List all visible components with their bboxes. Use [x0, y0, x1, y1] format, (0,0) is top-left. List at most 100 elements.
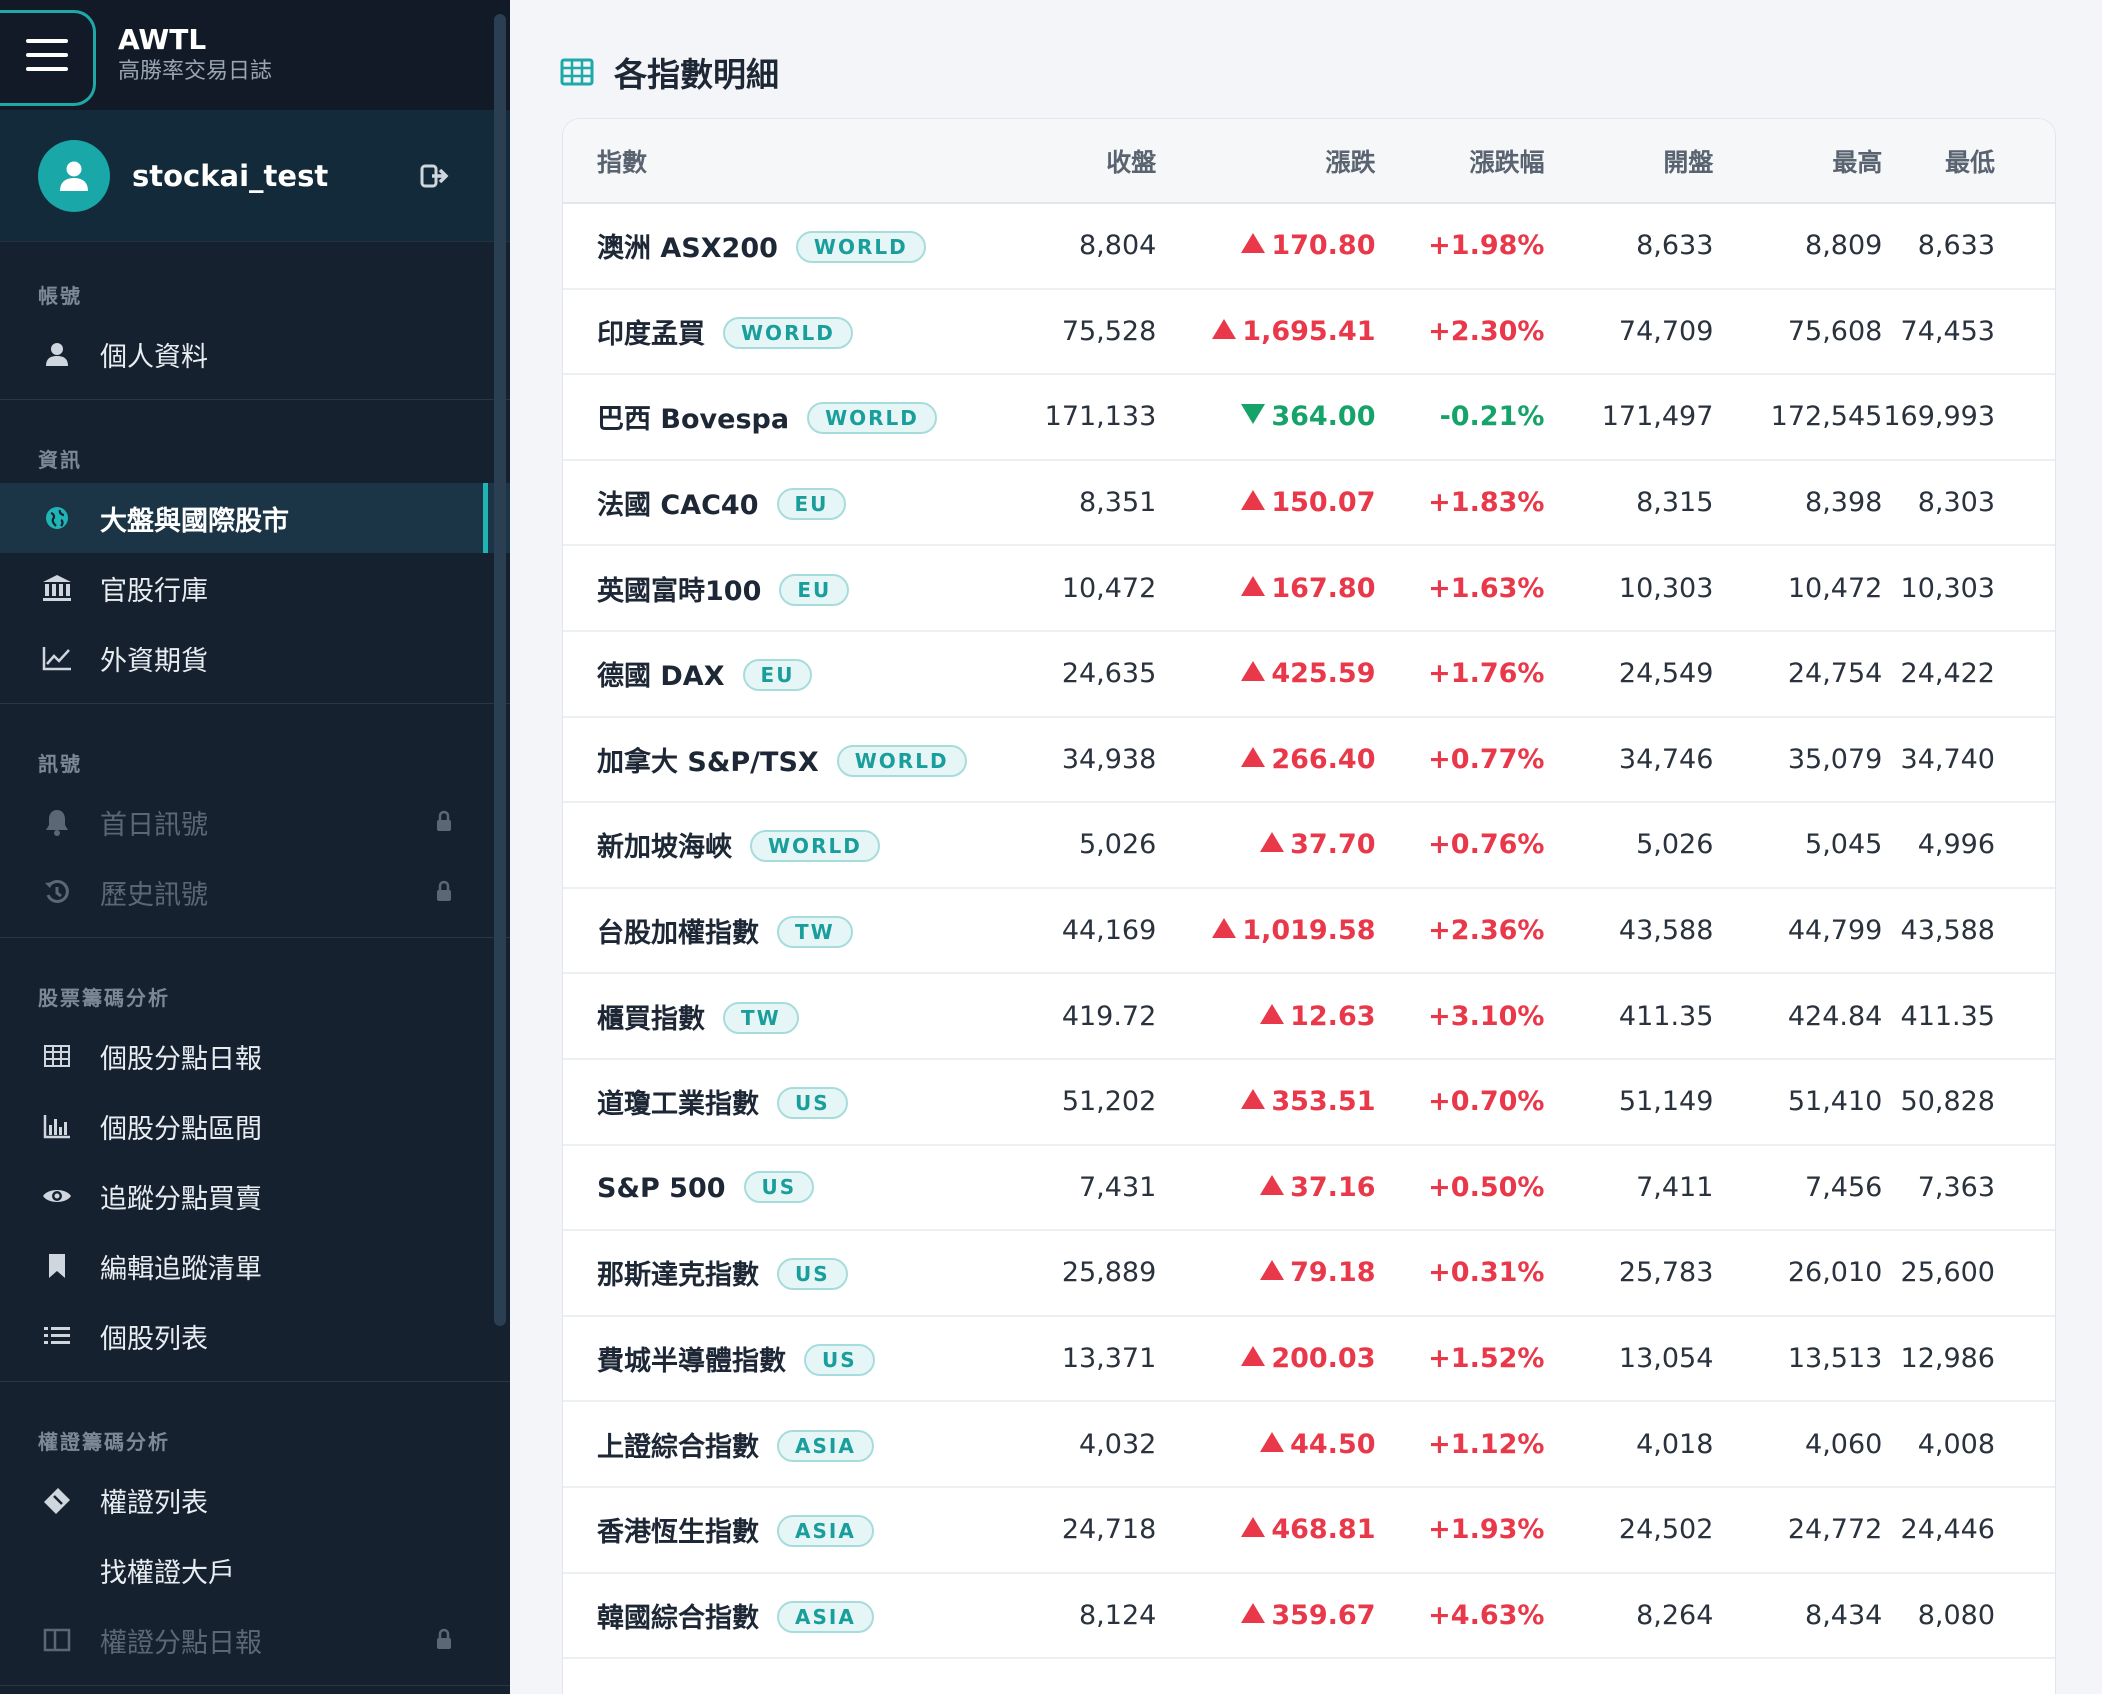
logout-icon[interactable] [420, 161, 450, 191]
change-value: 79.18 [1290, 1257, 1376, 1289]
change-value: 468.81 [1271, 1514, 1376, 1546]
change-cell: 353.51 [1156, 1058, 1376, 1146]
column-header-change-pct[interactable]: 漲跌幅 [1375, 119, 1545, 204]
hamburger-menu-icon[interactable] [26, 39, 68, 71]
close-cell: 7,431 [995, 1144, 1157, 1232]
table-row[interactable]: 巴西 Bovespa WORLD 171,133 364.00 -0.21% 17… [563, 374, 2055, 461]
user-icon [42, 339, 72, 369]
column-header-index[interactable]: 指數 [563, 119, 996, 204]
high-cell: 424.84 [1713, 973, 1883, 1060]
index-name: 新加坡海峽 [597, 832, 732, 864]
index-table: 指數 收盤 漲跌 漲跌幅 開盤 最高 最低 澳洲 ASX200 WORLD 8,8… [563, 119, 2055, 1660]
sidebar-section: 訊號首日訊號 歷史訊號 [0, 704, 510, 938]
column-header-high[interactable]: 最高 [1713, 119, 1883, 204]
open-cell: 171,497 [1544, 374, 1714, 461]
high-cell: 4,060 [1713, 1401, 1883, 1488]
sidebar-item[interactable]: 權證分點日報 [0, 1605, 510, 1675]
sidebar-item[interactable]: 個股分點區間 [0, 1091, 510, 1161]
table-row[interactable]: 新加坡海峽 WORLD 5,026 37.70 +0.76% 5,026 5,04… [563, 802, 2055, 889]
index-name-cell: 巴西 Bovespa WORLD [563, 374, 996, 461]
change-pct-cell: +1.83% [1375, 459, 1545, 547]
open-cell: 43,588 [1544, 887, 1714, 975]
close-cell: 4,032 [995, 1401, 1157, 1488]
change-value: 359.67 [1271, 1599, 1376, 1631]
sidebar-item[interactable]: 找權證大戶 [0, 1535, 510, 1605]
sidebar-header: AWTL 高勝率交易日誌 [0, 0, 510, 110]
region-badge: WORLD [750, 830, 880, 863]
column-header-open[interactable]: 開盤 [1544, 119, 1714, 204]
sidebar-item[interactable]: 個人資料 [0, 319, 510, 389]
sidebar-item[interactable]: 編輯追蹤清單 [0, 1231, 510, 1301]
table-row[interactable]: 那斯達克指數 US 25,889 79.18 +0.31% 25,783 26,0… [563, 1230, 2055, 1317]
column-header-close[interactable]: 收盤 [995, 119, 1157, 204]
table-row[interactable]: 法國 CAC40 EU 8,351 150.07 +1.83% 8,315 8,3… [563, 459, 2055, 547]
sidebar-item[interactable]: 追蹤分點買賣 [0, 1161, 510, 1231]
sidebar-item[interactable]: 大盤與國際股市 [0, 483, 510, 553]
open-cell: 8,633 [1544, 203, 1714, 290]
sidebar-section: 帳號 個人資料 [0, 242, 510, 400]
avatar[interactable] [38, 139, 110, 212]
sidebar-scrollbar[interactable] [494, 14, 506, 1326]
triangle-up-icon [1260, 1174, 1285, 1195]
change-cell: 44.50 [1156, 1401, 1376, 1488]
table-row[interactable]: 德國 DAX EU 24,635 425.59 +1.76% 24,549 24,… [563, 630, 2055, 718]
low-cell: 169,993 [1882, 374, 2055, 461]
table-row[interactable]: 道瓊工業指數 US 51,202 353.51 +0.70% 51,149 51,… [563, 1058, 2055, 1146]
sidebar-item[interactable]: 外資期貨 [0, 623, 510, 693]
low-cell: 8,633 [1882, 203, 2055, 290]
low-cell: 4,008 [1882, 1401, 2055, 1488]
region-badge: US [777, 1087, 848, 1120]
user-profile-row: stockai_test [0, 110, 510, 242]
close-cell: 24,635 [995, 630, 1157, 718]
change-pct-cell: +0.77% [1375, 716, 1545, 804]
change-pct-cell: +4.63% [1375, 1572, 1545, 1660]
sidebar-item[interactable]: 首日訊號 [0, 787, 510, 857]
table-row[interactable]: 韓國綜合指數 ASIA 8,124 359.67 +4.63% 8,264 8,4… [563, 1572, 2055, 1660]
open-cell: 8,264 [1544, 1572, 1714, 1660]
table-row[interactable]: 加拿大 S&P/TSX WORLD 34,938 266.40 +0.77% 34… [563, 716, 2055, 804]
table-row[interactable]: 上證綜合指數 ASIA 4,032 44.50 +1.12% 4,018 4,06… [563, 1401, 2055, 1488]
change-cell: 266.40 [1156, 716, 1376, 804]
open-cell: 24,549 [1544, 630, 1714, 718]
sidebar-nav: 帳號 個人資料 資訊 大盤與國際股市 官股行庫 外資期貨 訊號 首日訊號 歷史訊號 股票籌碼分析個… [0, 242, 510, 1686]
brand-subtitle: 高勝率交易日誌 [118, 59, 273, 84]
sidebar-item[interactable]: 個股分點日報 [0, 1021, 510, 1091]
user-icon [60, 161, 88, 191]
column-header-low[interactable]: 最低 [1882, 119, 2055, 204]
sidebar-section-label: 訊號 [38, 752, 82, 776]
change-cell: 359.67 [1156, 1572, 1376, 1660]
bookmark-icon [42, 1251, 72, 1281]
high-cell: 75,608 [1713, 288, 1883, 376]
brand: AWTL 高勝率交易日誌 [118, 23, 272, 87]
sidebar-item[interactable]: 個股列表 [0, 1301, 510, 1371]
column-header-change[interactable]: 漲跌 [1156, 119, 1376, 204]
sidebar-item[interactable]: 歷史訊號 [0, 857, 510, 927]
high-cell: 10,472 [1713, 545, 1883, 632]
region-badge: WORLD [807, 402, 937, 435]
table-row[interactable]: 英國富時100 EU 10,472 167.80 +1.63% 10,303 10… [563, 545, 2055, 632]
high-cell: 35,079 [1713, 716, 1883, 804]
change-value: 37.16 [1290, 1171, 1376, 1203]
close-cell: 34,938 [995, 716, 1157, 804]
close-cell: 5,026 [995, 802, 1157, 889]
region-badge: ASIA [777, 1429, 874, 1462]
sidebar-item[interactable]: 官股行庫 [0, 553, 510, 623]
table-row[interactable]: 台股加權指數 TW 44,169 1,019.58 +2.36% 43,588 4… [563, 887, 2055, 975]
change-cell: 37.70 [1156, 802, 1376, 889]
table-row[interactable]: S&P 500 US 7,431 37.16 +0.50% 7,411 7,456… [563, 1144, 2055, 1232]
table-row[interactable]: 櫃買指數 TW 419.72 12.63 +3.10% 411.35 424.84… [563, 973, 2055, 1060]
open-cell: 4,018 [1544, 1401, 1714, 1488]
sidebar-item[interactable]: 權證列表 [0, 1465, 510, 1535]
table-row[interactable]: 費城半導體指數 US 13,371 200.03 +1.52% 13,054 13… [563, 1315, 2055, 1403]
table-row[interactable]: 澳洲 ASX200 WORLD 8,804 170.80 +1.98% 8,633… [563, 203, 2055, 290]
open-cell: 10,303 [1544, 545, 1714, 632]
change-cell: 200.03 [1156, 1315, 1376, 1403]
high-cell: 44,799 [1713, 887, 1883, 975]
change-cell: 468.81 [1156, 1486, 1376, 1574]
high-cell: 7,456 [1713, 1144, 1883, 1232]
index-table-card: 指數 收盤 漲跌 漲跌幅 開盤 最高 最低 澳洲 ASX200 WORLD 8,8… [562, 118, 2056, 1694]
table-row[interactable]: 香港恆生指數 ASIA 24,718 468.81 +1.93% 24,502 2… [563, 1486, 2055, 1574]
close-cell: 10,472 [995, 545, 1157, 632]
index-name-cell: 新加坡海峽 WORLD [563, 802, 996, 889]
table-row[interactable]: 印度孟買 WORLD 75,528 1,695.41 +2.30% 74,709 … [563, 288, 2055, 376]
